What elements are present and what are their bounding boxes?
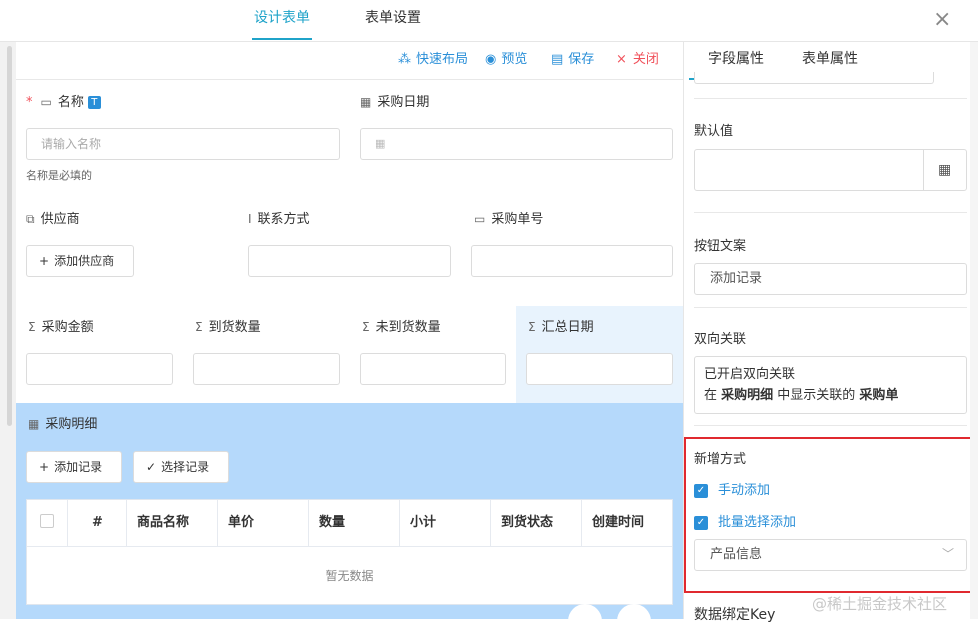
summary-date-input[interactable] [526, 353, 673, 385]
field-label-not-arrived: Σ 未到货数量 [362, 320, 441, 335]
required-mark: * [26, 95, 33, 110]
add-supplier-button[interactable]: + 添加供应商 [26, 245, 134, 277]
quick-layout-button[interactable]: ⁂ 快速布局 [398, 52, 468, 68]
order-no-input[interactable] [471, 245, 673, 277]
tab-field-properties[interactable]: 字段属性 [708, 50, 764, 68]
button-text-label: 按钮文案 [694, 239, 747, 254]
relation-label: 双向关联 [694, 332, 747, 347]
default-value-input[interactable]: ▦ [694, 149, 967, 191]
delete-icon[interactable] [617, 604, 651, 638]
grid-icon[interactable]: ▦ [938, 162, 951, 178]
sigma-icon: Σ [195, 320, 203, 334]
link-record-icon: ⧉ [26, 212, 35, 226]
column-header: 到货状态 [491, 500, 582, 546]
close-x-icon: × [616, 52, 627, 67]
plus-icon: + [39, 254, 50, 268]
save-file-icon: ▤ [551, 52, 564, 67]
button-text-input[interactable]: 添加记录 [694, 263, 967, 295]
watermark: @稀土掘金技术社区 [812, 595, 948, 613]
preview-button[interactable]: ◉ 预览 [485, 52, 527, 68]
contact-input[interactable] [248, 245, 451, 277]
add-record-button[interactable]: + 添加记录 [26, 451, 122, 483]
annotation-highlight-box [684, 437, 976, 593]
select-all-checkbox[interactable] [27, 500, 68, 546]
field-label-name: * ▭ 名称 T [26, 94, 101, 111]
arrived-input[interactable] [193, 353, 340, 385]
field-label-arrived: Σ 到货数量 [195, 320, 261, 335]
copy-icon[interactable] [568, 604, 602, 638]
text-type-badge: T [87, 96, 101, 109]
name-help-text: 名称是必填的 [26, 169, 92, 182]
name-input[interactable]: 请输入名称 [26, 128, 340, 160]
sigma-icon: Σ [362, 320, 370, 334]
bind-key-label: 数据绑定Key [694, 607, 776, 623]
calendar-icon: ▦ [360, 95, 372, 109]
calendar-icon: ▦ [375, 137, 386, 150]
tab-form-settings[interactable]: 表单设置 [365, 0, 421, 42]
field-label-summary-date: Σ 汇总日期 [528, 320, 594, 335]
divider [694, 98, 967, 99]
date-input[interactable]: ▦ [360, 128, 673, 160]
relation-info-box: 已开启双向关联 在 采购明细 中显示关联的 采购单 [694, 356, 967, 414]
header-bar: 设计表单 表单设置 × [0, 0, 978, 42]
close-button[interactable]: × 关闭 [616, 52, 659, 68]
divider [694, 307, 967, 308]
field-label-contact: Ⅰ 联系方式 [248, 212, 310, 227]
save-button[interactable]: ▤ 保存 [551, 52, 594, 68]
text-field-icon: Ⅰ [248, 212, 252, 226]
column-header: 小计 [400, 500, 491, 546]
sparkle-icon: ⁂ [398, 52, 411, 67]
column-header: 单价 [218, 500, 309, 546]
column-header: 创建时间 [592, 515, 645, 530]
column-header: 商品名称 [127, 500, 218, 546]
column-header: 数量 [309, 500, 400, 546]
table-icon: ▦ [28, 417, 40, 431]
empty-text: 暂无数据 [325, 569, 374, 583]
field-label-amount: Σ 采购金额 [28, 320, 94, 335]
text-field-icon: ▭ [40, 95, 52, 109]
sigma-icon: Σ [528, 320, 536, 334]
tab-form-properties[interactable]: 表单属性 [802, 50, 858, 68]
field-label-detail: ▦ 采购明细 [28, 417, 98, 432]
divider [694, 425, 967, 426]
field-label-date: ▦ 采购日期 [360, 95, 430, 110]
left-scrollbar[interactable] [0, 42, 16, 619]
field-label-supplier: ⧉ 供应商 [26, 212, 80, 227]
close-icon[interactable]: × [933, 6, 951, 34]
eye-icon: ◉ [485, 52, 497, 67]
not-arrived-input[interactable] [360, 353, 506, 385]
select-record-button[interactable]: ✓ 选择记录 [133, 451, 229, 483]
field-label-order-no: ▭ 采购单号 [474, 212, 544, 227]
right-scrollbar[interactable] [970, 42, 978, 619]
tab-design-form[interactable]: 设计表单 [252, 0, 312, 42]
check-list-icon: ✓ [146, 460, 157, 474]
divider [694, 212, 967, 213]
default-value-label: 默认值 [694, 124, 734, 139]
column-header: # [68, 500, 127, 546]
cut-off-input[interactable] [694, 72, 934, 84]
detail-table: # 商品名称 单价 数量 小计 到货状态 创建时间 暂无数据 [26, 499, 673, 605]
plus-icon: + [39, 460, 50, 474]
text-field-icon: ▭ [474, 212, 486, 226]
toolbar-divider [16, 79, 683, 80]
sigma-icon: Σ [28, 320, 36, 334]
amount-input[interactable] [26, 353, 173, 385]
